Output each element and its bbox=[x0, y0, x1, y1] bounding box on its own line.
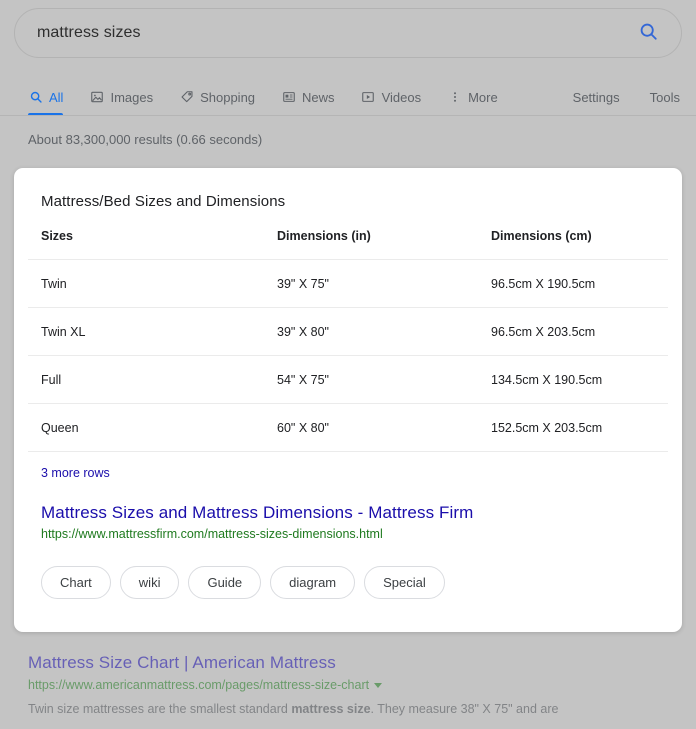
search-submit-button[interactable] bbox=[635, 20, 661, 46]
chip-chart[interactable]: Chart bbox=[41, 566, 111, 599]
card-source-result: Mattress Sizes and Mattress Dimensions -… bbox=[41, 502, 668, 543]
cell-dimensions-in: 54" X 75" bbox=[264, 356, 478, 404]
tab-all[interactable]: All bbox=[28, 78, 63, 116]
table-row: Queen 60" X 80" 152.5cm X 203.5cm bbox=[28, 404, 668, 452]
cell-dimensions-in: 39" X 80" bbox=[264, 308, 478, 356]
search-icon bbox=[638, 21, 659, 45]
tab-all-label: All bbox=[49, 91, 63, 104]
search-icon bbox=[28, 90, 43, 105]
tab-news-label: News bbox=[302, 91, 335, 104]
refinement-chips: Chart wiki Guide diagram Special bbox=[41, 566, 668, 599]
nav-right-group: Settings Tools bbox=[543, 90, 696, 105]
chip-wiki[interactable]: wiki bbox=[120, 566, 180, 599]
organic-result-url: https://www.americanmattress.com/pages/m… bbox=[28, 677, 369, 693]
column-header-sizes: Sizes bbox=[28, 229, 264, 260]
table-row: Full 54" X 75" 134.5cm X 190.5cm bbox=[28, 356, 668, 404]
tab-more-label: More bbox=[468, 91, 498, 104]
cell-dimensions-cm: 96.5cm X 190.5cm bbox=[478, 260, 668, 308]
cell-size: Queen bbox=[28, 404, 264, 452]
snippet-prefix: Twin size mattresses are the smallest st… bbox=[28, 702, 291, 716]
search-nav-tabs: All Images Shopping bbox=[0, 78, 696, 116]
cell-size: Twin XL bbox=[28, 308, 264, 356]
settings-button[interactable]: Settings bbox=[573, 90, 620, 105]
search-bar[interactable] bbox=[14, 8, 682, 58]
search-input[interactable] bbox=[37, 24, 635, 42]
vertical-dots-icon bbox=[447, 90, 462, 105]
tools-button[interactable]: Tools bbox=[650, 90, 680, 105]
snippet-bold-term: mattress size bbox=[291, 702, 370, 716]
cell-dimensions-cm: 96.5cm X 203.5cm bbox=[478, 308, 668, 356]
table-row: Twin 39" X 75" 96.5cm X 190.5cm bbox=[28, 260, 668, 308]
organic-result-url-row: https://www.americanmattress.com/pages/m… bbox=[28, 677, 678, 693]
cell-dimensions-in: 39" X 75" bbox=[264, 260, 478, 308]
newspaper-icon bbox=[281, 90, 296, 105]
column-header-dimensions-cm: Dimensions (cm) bbox=[478, 229, 668, 260]
tab-more[interactable]: More bbox=[447, 78, 498, 116]
tag-icon bbox=[179, 90, 194, 105]
dimensions-table: Sizes Dimensions (in) Dimensions (cm) Tw… bbox=[28, 229, 668, 452]
featured-snippet-card: Mattress/Bed Sizes and Dimensions Sizes … bbox=[14, 168, 682, 632]
search-bar-container bbox=[14, 8, 682, 58]
snippet-suffix: . They measure 38" X 75" and are bbox=[371, 702, 559, 716]
more-rows-link[interactable]: 3 more rows bbox=[41, 466, 110, 480]
cell-dimensions-cm: 134.5cm X 190.5cm bbox=[478, 356, 668, 404]
organic-result-title-link[interactable]: Mattress Size Chart | American Mattress bbox=[28, 652, 678, 673]
tab-shopping-label: Shopping bbox=[200, 91, 255, 104]
cell-size: Twin bbox=[28, 260, 264, 308]
card-source-url: https://www.mattressfirm.com/mattress-si… bbox=[41, 526, 668, 542]
tab-images-label: Images bbox=[110, 91, 153, 104]
column-header-dimensions-in: Dimensions (in) bbox=[264, 229, 478, 260]
chip-diagram[interactable]: diagram bbox=[270, 566, 355, 599]
organic-result: Mattress Size Chart | American Mattress … bbox=[28, 652, 678, 718]
cell-size: Full bbox=[28, 356, 264, 404]
chip-special[interactable]: Special bbox=[364, 566, 445, 599]
table-row: Twin XL 39" X 80" 96.5cm X 203.5cm bbox=[28, 308, 668, 356]
image-icon bbox=[89, 90, 104, 105]
table-header-row: Sizes Dimensions (in) Dimensions (cm) bbox=[28, 229, 668, 260]
chip-guide[interactable]: Guide bbox=[188, 566, 261, 599]
tab-shopping[interactable]: Shopping bbox=[179, 78, 255, 116]
tab-images[interactable]: Images bbox=[89, 78, 153, 116]
tab-videos[interactable]: Videos bbox=[361, 78, 422, 116]
organic-result-snippet: Twin size mattresses are the smallest st… bbox=[28, 700, 678, 718]
cell-dimensions-in: 60" X 80" bbox=[264, 404, 478, 452]
video-play-icon bbox=[361, 90, 376, 105]
card-title: Mattress/Bed Sizes and Dimensions bbox=[41, 193, 668, 210]
card-source-title-link[interactable]: Mattress Sizes and Mattress Dimensions -… bbox=[41, 502, 668, 523]
cell-dimensions-cm: 152.5cm X 203.5cm bbox=[478, 404, 668, 452]
chevron-down-icon[interactable] bbox=[374, 683, 382, 688]
tab-news[interactable]: News bbox=[281, 78, 335, 116]
result-stats: About 83,300,000 results (0.66 seconds) bbox=[28, 132, 262, 147]
tab-videos-label: Videos bbox=[382, 91, 422, 104]
